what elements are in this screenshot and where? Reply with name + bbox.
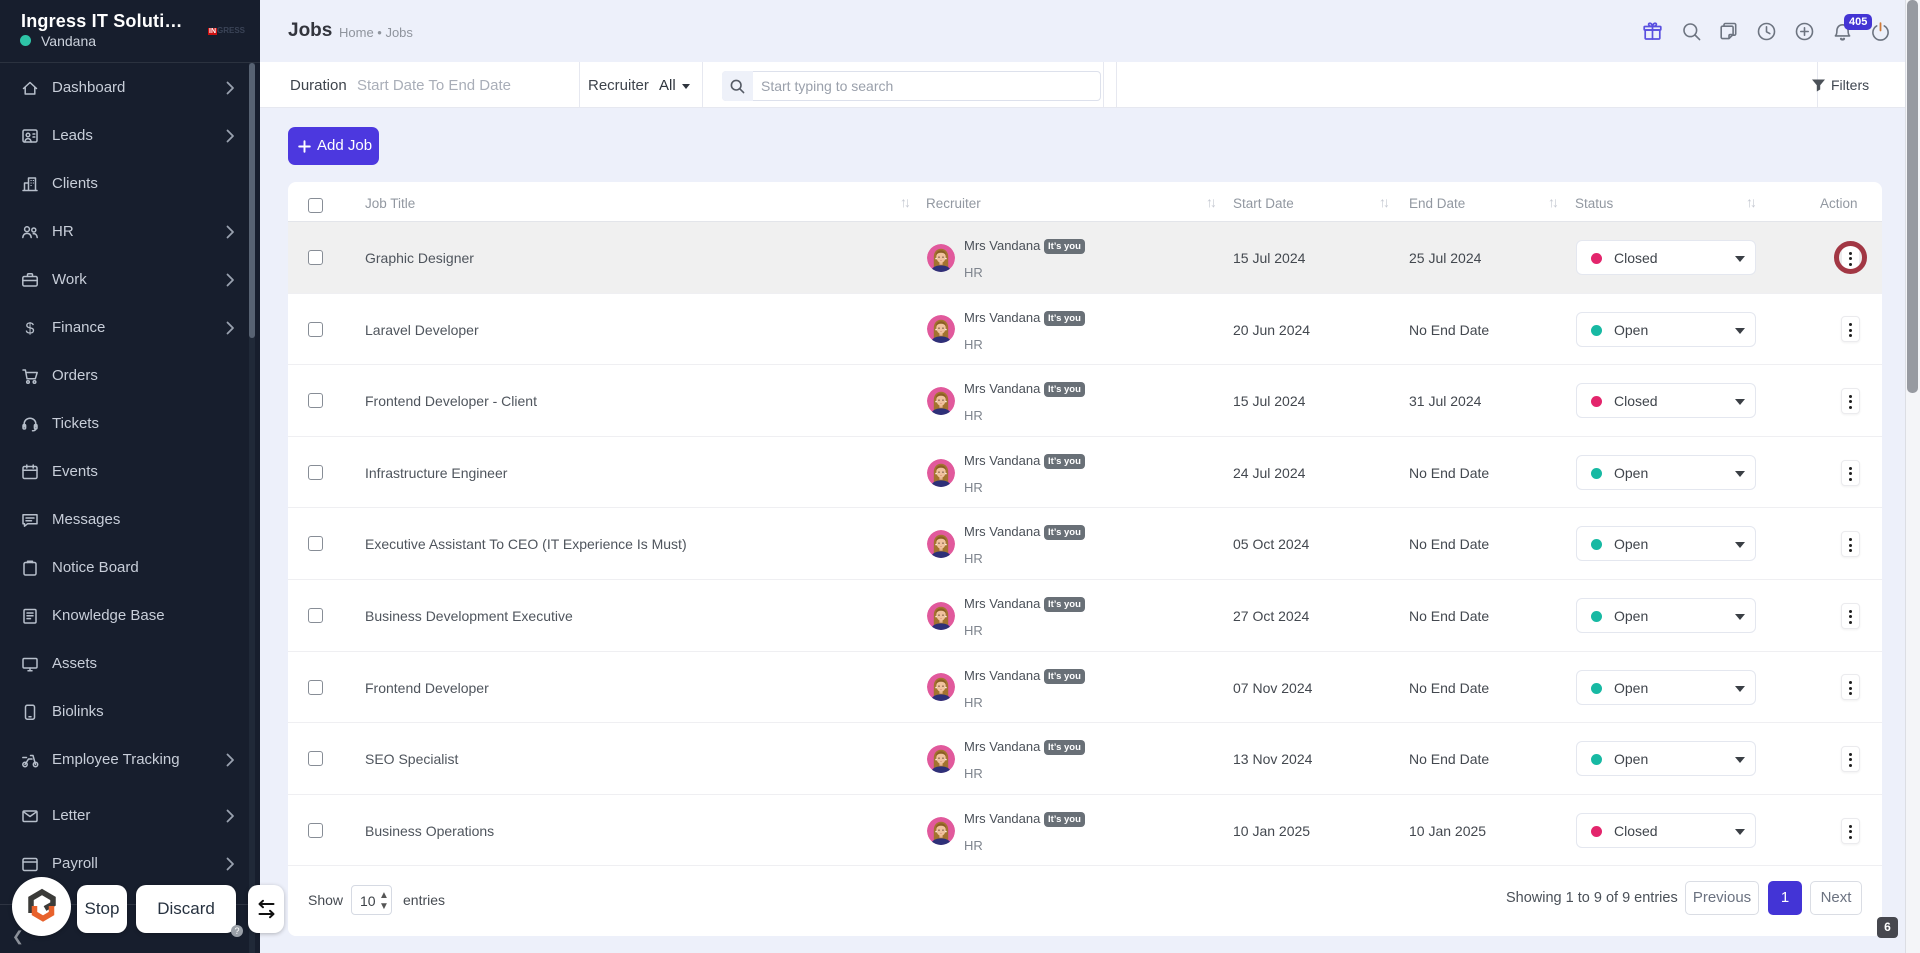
svg-text:$: $ — [26, 321, 35, 338]
